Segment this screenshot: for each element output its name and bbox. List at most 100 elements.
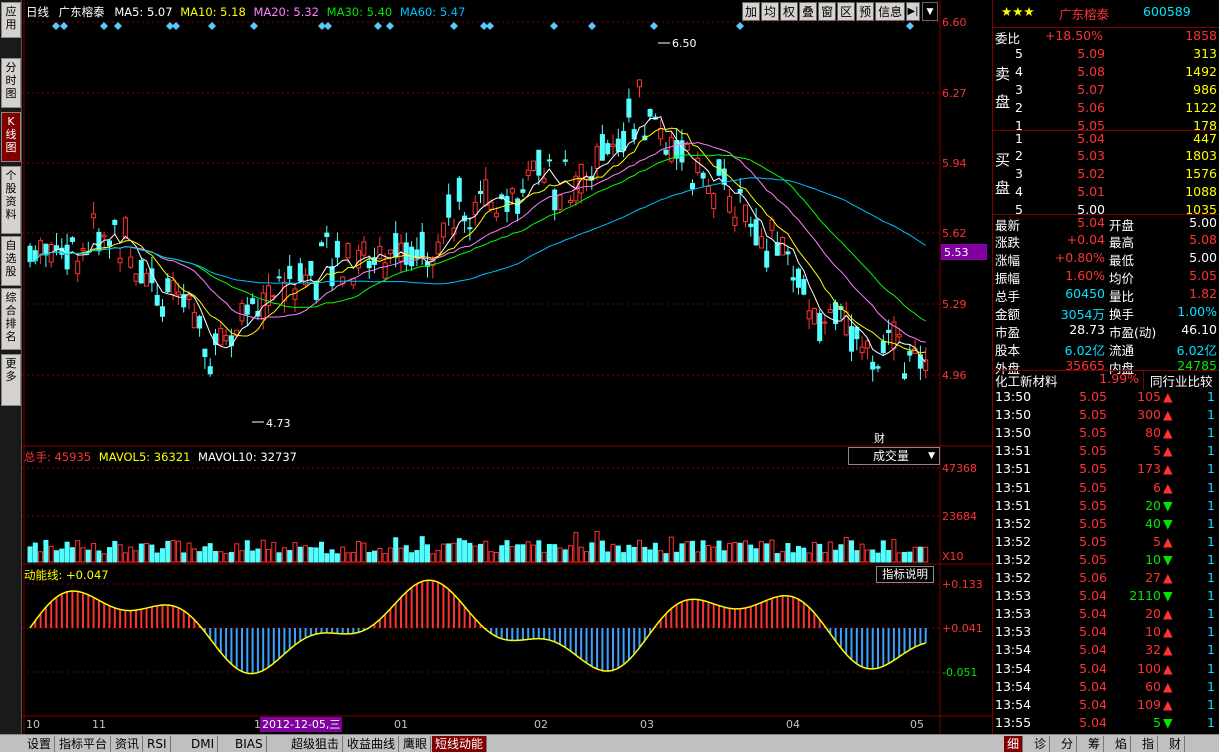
left-tab-0[interactable]: 应 用 (1, 2, 21, 38)
bottom-tab-bar: 设置 指标平台 资讯 RSI DMI BIAS 超级狙击 收益曲线 鹰眼 短线动能 细诊分筹焰指财 (0, 734, 1219, 752)
volume-bar (610, 543, 616, 563)
candle-body (382, 262, 388, 279)
event-marker-icon[interactable] (736, 22, 744, 30)
right-tab-6[interactable]: 财 (1166, 736, 1186, 752)
tick-volume: 32 (1145, 642, 1161, 658)
volume-bar (711, 546, 717, 563)
candle-body (138, 259, 144, 284)
volume-bar (345, 552, 351, 563)
bottom-tab-7[interactable]: 收益曲线 (344, 736, 400, 752)
event-marker-icon[interactable] (588, 22, 596, 30)
toolbar-button-6[interactable]: 预 (856, 2, 875, 21)
candle-body (880, 340, 886, 354)
bottom-tab-2[interactable]: 资讯 (112, 736, 144, 752)
right-tab-4[interactable]: 焰 (1112, 736, 1132, 752)
candle-body (557, 194, 563, 210)
event-marker-icon[interactable] (906, 22, 914, 30)
right-tab-1[interactable]: 诊 (1031, 736, 1051, 752)
event-marker-icon[interactable] (100, 22, 108, 30)
volume-bar (393, 537, 399, 563)
event-marker-icon[interactable] (208, 22, 216, 30)
volume-bar (674, 551, 680, 563)
bottom-tab-8[interactable]: 鹰眼 (400, 736, 432, 752)
toolbar-button-1[interactable]: 均 (761, 2, 780, 21)
bottom-tab-1[interactable]: 指标平台 (56, 736, 112, 752)
quote-label: 换手 (1109, 307, 1135, 322)
chevron-down-icon[interactable]: ▼ (922, 2, 938, 21)
right-tab-3[interactable]: 筹 (1085, 736, 1105, 752)
left-tab-2[interactable]: K 线 图 (1, 112, 21, 162)
toolbar-button-7[interactable]: 信息 (875, 2, 906, 21)
event-marker-icon[interactable] (450, 22, 458, 30)
event-marker-icon[interactable] (386, 22, 394, 30)
bottom-tab-6[interactable]: 超级狙击 (288, 736, 344, 752)
toggle-panel-icon[interactable]: ▶| (906, 2, 920, 21)
toolbar-button-2[interactable]: 权 (780, 2, 799, 21)
event-marker-icon[interactable] (52, 22, 60, 30)
toolbar-button-0[interactable]: 加 (742, 2, 761, 21)
tick-volume: 5 (1153, 714, 1161, 730)
volume-bar (652, 542, 658, 563)
volume-bar (875, 552, 881, 563)
volume-bar (515, 544, 521, 563)
bottom-tab-9[interactable]: 短线动能 (432, 736, 488, 752)
candle-body (711, 193, 717, 210)
event-marker-icon[interactable] (550, 22, 558, 30)
quote-value: 46.10 (1181, 322, 1217, 337)
sell-level: 4 (1015, 64, 1023, 79)
finance-marker-label[interactable]: 财 (874, 431, 885, 445)
event-marker-icon[interactable] (324, 22, 332, 30)
event-marker-icon[interactable] (114, 22, 122, 30)
bottom-tab-4[interactable]: DMI (188, 736, 219, 752)
tick-price: 5.04 (1079, 642, 1107, 658)
left-tab-1[interactable]: 分 时 图 (1, 58, 21, 108)
volume-bar (430, 553, 436, 563)
volume-bar (658, 550, 664, 563)
industry-compare-button[interactable]: 同行业比较 (1143, 371, 1213, 390)
tick-volume: 2110 (1129, 588, 1161, 604)
toolbar-button-4[interactable]: 窗 (818, 2, 837, 21)
volume-bar (419, 536, 425, 563)
right-tab-0[interactable]: 细 (1004, 736, 1024, 752)
event-marker-icon[interactable] (650, 22, 658, 30)
event-marker-icon[interactable] (250, 22, 258, 30)
event-marker-icon[interactable] (60, 22, 68, 30)
candle-body (594, 146, 600, 170)
candle-body (732, 216, 738, 227)
candle-body (748, 223, 754, 228)
indicator-help-button[interactable]: 指标说明 (876, 566, 934, 583)
candle-body (366, 260, 372, 269)
bottom-tab-3[interactable]: RSI (144, 736, 171, 752)
bottom-tab-5[interactable]: BIAS (232, 736, 267, 752)
candle-body (128, 256, 134, 268)
tick-volume: 10 (1145, 624, 1161, 640)
bottom-tab-0[interactable]: 设置 (24, 736, 56, 752)
toolbar-button-3[interactable]: 叠 (799, 2, 818, 21)
left-tab-3[interactable]: 个 股 资 料 (1, 166, 21, 234)
volume-bar (260, 539, 266, 563)
event-marker-icon[interactable] (374, 22, 382, 30)
event-marker-icon[interactable] (486, 22, 494, 30)
right-tab-5[interactable]: 指 (1139, 736, 1159, 752)
right-tab-2[interactable]: 分 (1058, 736, 1078, 752)
tick-count: 1 (1207, 389, 1215, 404)
volume-dropdown[interactable]: 成交量 ▼ (848, 447, 940, 465)
tick-volume: 27 (1145, 570, 1161, 585)
left-tab-6[interactable]: 更 多 (1, 354, 21, 406)
candle-body (705, 185, 711, 194)
indicator-line (543, 638, 550, 641)
volume-bar (493, 552, 499, 563)
quote-row: 4 5.08 1492 (993, 64, 1219, 82)
volume-bar (271, 541, 277, 563)
kline-chart[interactable]: 6.60 6.27 5.94 5.62 5.29 4.96 5.53 47368 23684 X1… (22, 0, 992, 734)
quote-value: 6.02亿 (1176, 343, 1217, 358)
indicator-line (872, 667, 879, 670)
left-tab-5[interactable]: 综 合 排 名 (1, 288, 21, 350)
quote-label: 股本 (995, 343, 1021, 358)
event-marker-icon[interactable] (172, 22, 180, 30)
volume-bar (467, 542, 473, 563)
candle-body (780, 237, 786, 256)
toolbar-button-5[interactable]: 区 (837, 2, 856, 21)
left-tab-4[interactable]: 自 选 股 (1, 236, 21, 286)
volume-bar (647, 549, 653, 563)
